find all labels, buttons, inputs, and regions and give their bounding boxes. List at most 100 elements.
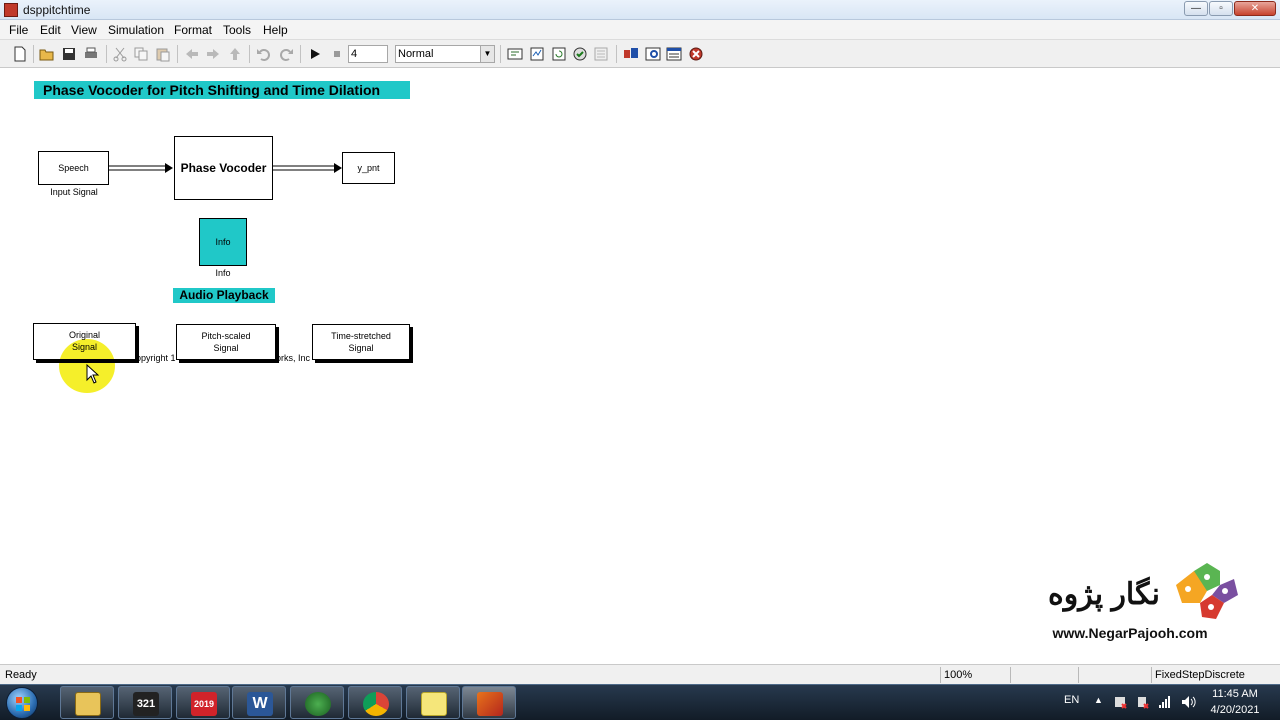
taskbar-chrome[interactable] xyxy=(348,686,402,719)
taskbar-sticky-notes[interactable] xyxy=(406,686,460,719)
button-line: Time-stretched xyxy=(331,331,391,341)
volume-icon[interactable] xyxy=(1181,695,1196,709)
toolbar xyxy=(0,40,1280,68)
menu-help[interactable]: Help xyxy=(263,23,288,37)
status-cell-empty xyxy=(1010,667,1076,683)
word-icon: W xyxy=(247,692,273,716)
watermark-url: www.NegarPajooh.com xyxy=(1052,625,1208,641)
taskbar-media-player[interactable]: 321 xyxy=(118,686,172,719)
download-manager-icon xyxy=(305,692,331,716)
arrow-head-icon xyxy=(165,163,173,173)
model-explorer-icon[interactable] xyxy=(645,46,661,62)
output-sink-block[interactable]: y_pnt xyxy=(342,152,395,184)
menu-tools[interactable]: Tools xyxy=(223,23,251,37)
taskbar-download-manager[interactable] xyxy=(290,686,344,719)
status-bar: Ready 100% FixedStepDiscrete xyxy=(0,664,1280,684)
update-diagram-icon[interactable] xyxy=(529,46,545,62)
toolbar-separator xyxy=(500,45,501,63)
back-arrow-icon[interactable] xyxy=(184,46,200,62)
start-simulation-icon[interactable] xyxy=(307,46,323,62)
minimize-button[interactable]: — xyxy=(1184,1,1208,16)
debugger-icon[interactable] xyxy=(688,46,704,62)
menu-file[interactable]: File xyxy=(9,23,28,37)
taskbar-solidworks[interactable]: 2019 xyxy=(176,686,230,719)
build-model-icon[interactable] xyxy=(507,46,523,62)
taskbar-word[interactable]: W xyxy=(232,686,286,719)
simulation-mode-value: Normal xyxy=(398,48,434,60)
button-line: Signal xyxy=(71,342,98,352)
simulink-window: dsppitchtime — ▫ ✕ File Edit View Simula… xyxy=(0,0,1280,684)
taskbar-matlab[interactable] xyxy=(462,686,516,719)
toolbar-separator xyxy=(106,45,107,63)
folder-icon xyxy=(75,692,101,716)
toolbar-separator xyxy=(616,45,617,63)
negarpajooh-puzzle-logo xyxy=(1176,563,1238,619)
cut-icon[interactable] xyxy=(112,46,128,62)
library-browser-icon[interactable] xyxy=(623,46,639,62)
language-indicator[interactable]: EN xyxy=(1064,694,1079,706)
button-line: Signal xyxy=(213,343,239,353)
model-browser-icon[interactable] xyxy=(666,46,682,62)
simulink-app-icon xyxy=(4,3,18,17)
clock-date[interactable]: 4/20/2021 xyxy=(1204,704,1266,716)
toolbar-separator xyxy=(300,45,301,63)
model-advisor-icon[interactable] xyxy=(572,46,588,62)
copyright-fragment: orks, Inc xyxy=(276,353,311,363)
status-text: Ready xyxy=(5,669,37,681)
menu-bar: File Edit View Simulation Format Tools H… xyxy=(0,20,1280,40)
undo-icon[interactable] xyxy=(256,46,272,62)
refresh-icon[interactable] xyxy=(551,46,567,62)
maximize-button[interactable]: ▫ xyxy=(1209,1,1233,16)
menu-edit[interactable]: Edit xyxy=(40,23,61,37)
title-bar: dsppitchtime — ▫ ✕ xyxy=(0,0,1280,20)
clock-time[interactable]: 11:45 AM xyxy=(1204,688,1266,700)
new-model-icon[interactable] xyxy=(12,46,28,62)
save-icon[interactable] xyxy=(61,46,77,62)
forward-arrow-icon[interactable] xyxy=(205,46,221,62)
speech-source-block[interactable]: Speech xyxy=(38,151,109,185)
action-center-icon[interactable] xyxy=(1113,695,1127,709)
windows-taskbar: 321 2019 W EN ▲ 11:45 AM 4/20/2021 xyxy=(0,684,1280,720)
model-canvas[interactable]: Phase Vocoder for Pitch Shifting and Tim… xyxy=(4,69,1280,663)
show-hidden-icons[interactable]: ▲ xyxy=(1094,695,1103,705)
button-line: Pitch-scaled xyxy=(201,331,251,341)
copyright-fragment: opyright 1 xyxy=(136,353,176,363)
print-icon[interactable] xyxy=(83,46,99,62)
menu-view[interactable]: View xyxy=(71,23,97,37)
network-signal-icon[interactable] xyxy=(1158,695,1172,709)
stop-time-input[interactable]: 4 xyxy=(348,45,388,63)
play-original-signal-button[interactable]: Original Signal xyxy=(33,323,136,360)
button-line: Signal xyxy=(348,343,374,353)
simulation-mode-select[interactable]: Normal ▼ xyxy=(395,45,495,63)
menu-simulation[interactable]: Simulation xyxy=(108,23,164,37)
copy-icon[interactable] xyxy=(133,46,149,62)
up-arrow-icon[interactable] xyxy=(227,46,243,62)
toolbar-separator xyxy=(177,45,178,63)
info-block[interactable]: Info xyxy=(199,218,247,266)
open-folder-icon[interactable] xyxy=(39,46,55,62)
redo-icon[interactable] xyxy=(278,46,294,62)
menu-format[interactable]: Format xyxy=(174,23,212,37)
debug-icon[interactable] xyxy=(593,46,609,62)
play-time-stretched-signal-button[interactable]: Time-stretched Signal xyxy=(312,324,410,360)
toolbar-separator xyxy=(249,45,250,63)
window-title: dsppitchtime xyxy=(23,3,91,17)
audio-playback-annotation[interactable]: Audio Playback xyxy=(173,288,275,303)
solidworks-icon: 2019 xyxy=(191,692,217,716)
media-player-icon: 321 xyxy=(133,692,159,716)
taskbar-windows-explorer[interactable] xyxy=(60,686,114,719)
start-button[interactable] xyxy=(6,687,38,719)
mouse-pointer-icon xyxy=(86,364,100,384)
phase-vocoder-block[interactable]: Phase Vocoder xyxy=(174,136,273,200)
paste-icon[interactable] xyxy=(155,46,171,62)
sticky-notes-icon xyxy=(421,692,447,716)
zoom-level: 100% xyxy=(940,667,1008,683)
speech-block-label: Input Signal xyxy=(50,187,98,197)
play-pitch-scaled-signal-button[interactable]: Pitch-scaled Signal xyxy=(176,324,276,360)
stop-simulation-icon[interactable] xyxy=(329,46,345,62)
close-button[interactable]: ✕ xyxy=(1234,1,1276,16)
chrome-icon xyxy=(363,692,389,716)
chevron-down-icon[interactable]: ▼ xyxy=(480,46,494,62)
power-icon[interactable] xyxy=(1135,695,1149,709)
matlab-icon xyxy=(477,692,503,716)
